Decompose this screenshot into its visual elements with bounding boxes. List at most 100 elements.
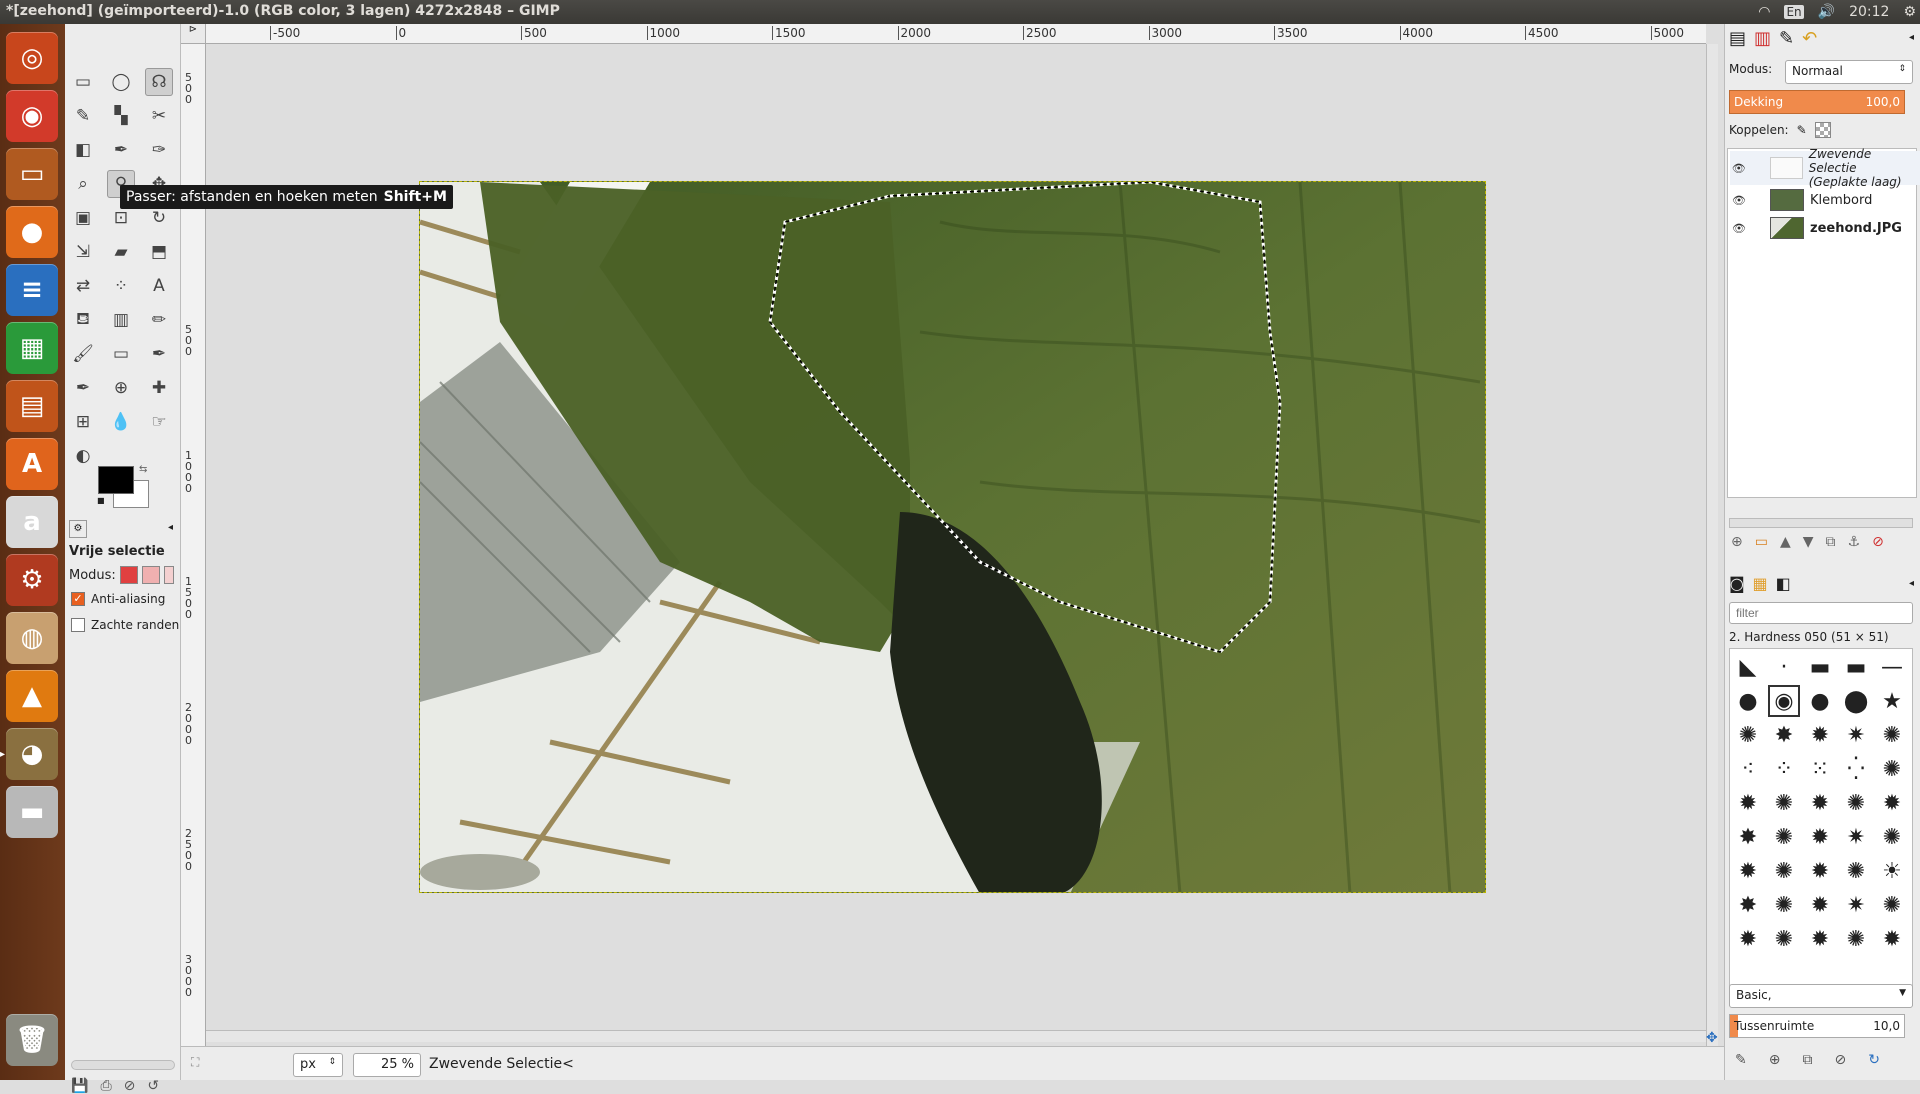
software-center-icon[interactable]: A bbox=[6, 438, 58, 490]
vlc-icon[interactable]: ▲ bbox=[6, 670, 58, 722]
lock-alpha-icon[interactable] bbox=[1814, 122, 1831, 138]
drive-icon[interactable]: ▬ bbox=[6, 786, 58, 838]
keyboard-layout[interactable]: En bbox=[1784, 5, 1804, 19]
mode-add-icon[interactable] bbox=[141, 566, 160, 584]
image-canvas[interactable] bbox=[419, 181, 1486, 893]
brush-item[interactable]: ✷ bbox=[1840, 719, 1872, 751]
writer-icon[interactable]: ≡ bbox=[6, 264, 58, 316]
brush-item[interactable]: ✹ bbox=[1804, 821, 1836, 853]
tool-options-icon[interactable]: ⚙ bbox=[69, 520, 87, 538]
undo-tab-icon[interactable]: ↶ bbox=[1802, 28, 1817, 49]
dock-menu-icon[interactable]: ◂ bbox=[1909, 32, 1914, 43]
ellipse-select-icon[interactable]: ◯ bbox=[107, 68, 135, 96]
eraser-icon[interactable]: ▭ bbox=[107, 340, 135, 368]
brush-item[interactable]: ⁙ bbox=[1804, 753, 1836, 785]
brush-item[interactable]: ✷ bbox=[1840, 821, 1872, 853]
brush-item[interactable]: ✺ bbox=[1876, 821, 1908, 853]
vertical-scrollbar[interactable] bbox=[1706, 44, 1718, 1054]
tab-menu-icon[interactable]: ◂ bbox=[168, 522, 173, 533]
brush-item[interactable]: ✺ bbox=[1768, 923, 1800, 955]
brushes-menu-icon[interactable]: ◂ bbox=[1909, 578, 1914, 589]
delete-brush-icon[interactable]: ⊘ bbox=[1834, 1052, 1846, 1068]
delete-options-icon[interactable]: ⊘ bbox=[124, 1078, 136, 1094]
mode-subtract-icon[interactable] bbox=[163, 566, 174, 584]
layer-row[interactable]: 👁 Zwevende Selectie (Geplakte laag) bbox=[1730, 147, 1920, 189]
brush-item[interactable]: ✺ bbox=[1768, 821, 1800, 853]
scissors-icon[interactable]: ✂ bbox=[145, 102, 173, 130]
fuzzy-select-icon[interactable]: ✎ bbox=[69, 102, 97, 130]
gimp-icon[interactable]: ◕ bbox=[0, 728, 58, 780]
brush-item[interactable]: ⁛ bbox=[1840, 753, 1872, 785]
text-icon[interactable]: A bbox=[145, 272, 173, 300]
antialias-option[interactable]: ✓ Anti-aliasing bbox=[71, 592, 165, 606]
blend-icon[interactable]: ▥ bbox=[107, 306, 135, 334]
airbrush-icon[interactable]: ✒ bbox=[145, 340, 173, 368]
brush-item[interactable]: ✺ bbox=[1768, 787, 1800, 819]
ubuntu-dash-icon[interactable]: ◎ bbox=[6, 32, 58, 84]
bucket-fill-icon[interactable]: ⛾ bbox=[69, 306, 97, 334]
scale-icon[interactable]: ⇲ bbox=[69, 238, 97, 266]
edit-brush-icon[interactable]: ✎ bbox=[1735, 1052, 1747, 1068]
duplicate-layer-icon[interactable]: ⧉ bbox=[1826, 534, 1836, 550]
color-picker-icon[interactable]: ✑ bbox=[145, 136, 173, 164]
quick-mask-corner[interactable]: ⊳ bbox=[181, 24, 206, 44]
toolbox-scrollbar[interactable] bbox=[71, 1060, 175, 1070]
clone-icon[interactable]: ⊕ bbox=[107, 374, 135, 402]
layer-row[interactable]: 👁 Klembord bbox=[1730, 187, 1920, 213]
gear-icon[interactable]: ⚙ bbox=[1903, 4, 1916, 20]
lock-pixels-icon[interactable]: ✎ bbox=[1797, 123, 1807, 137]
brush-item[interactable]: ★ bbox=[1876, 685, 1908, 717]
brush-item[interactable]: ✹ bbox=[1804, 889, 1836, 921]
wifi-icon[interactable]: ◠ bbox=[1758, 4, 1770, 20]
paths-tab-icon[interactable]: ✎ bbox=[1779, 28, 1794, 49]
brush-item[interactable]: ◣ bbox=[1732, 651, 1764, 683]
brush-item[interactable]: ✹ bbox=[1804, 923, 1836, 955]
heal-icon[interactable]: ✚ bbox=[145, 374, 173, 402]
brush-item[interactable]: ✺ bbox=[1876, 889, 1908, 921]
new-group-icon[interactable]: ▭ bbox=[1755, 534, 1768, 550]
brush-item[interactable]: ▬ bbox=[1804, 651, 1836, 683]
navigate-icon[interactable]: ✥ bbox=[1706, 1030, 1718, 1046]
brush-item[interactable]: ✺ bbox=[1840, 787, 1872, 819]
refresh-brushes-icon[interactable]: ↻ bbox=[1868, 1052, 1880, 1068]
brush-item[interactable]: ✹ bbox=[1804, 855, 1836, 887]
brush-item[interactable]: — bbox=[1876, 651, 1908, 683]
impress-icon[interactable]: ▤ bbox=[6, 380, 58, 432]
paintbrush-icon[interactable]: 🖌 bbox=[69, 340, 97, 368]
perspective-clone-icon[interactable]: ⊞ bbox=[69, 408, 97, 436]
channels-tab-icon[interactable]: ▥ bbox=[1754, 28, 1771, 49]
brush-item[interactable]: ▬ bbox=[1840, 651, 1872, 683]
brush-item[interactable]: ✺ bbox=[1840, 923, 1872, 955]
brush-item[interactable]: ✸ bbox=[1732, 889, 1764, 921]
files-icon[interactable]: ▭ bbox=[6, 148, 58, 200]
layers-scrollbar[interactable] bbox=[1729, 518, 1913, 528]
eye-icon[interactable]: 👁 bbox=[1730, 162, 1748, 175]
reset-options-icon[interactable]: ↺ bbox=[147, 1078, 159, 1094]
brush-item[interactable]: ✹ bbox=[1804, 787, 1836, 819]
brush-item[interactable]: ✹ bbox=[1732, 923, 1764, 955]
brush-item[interactable]: ● bbox=[1732, 685, 1764, 717]
amazon-icon[interactable]: a bbox=[6, 496, 58, 548]
clock[interactable]: 20:12 bbox=[1849, 4, 1889, 20]
swap-colors-icon[interactable]: ⇆ bbox=[139, 464, 147, 475]
canvas-area[interactable]: ⊳ -500 0 500 1000 1500 2000 2500 3000 3500 4000 45… bbox=[181, 24, 1724, 1080]
brush-item[interactable]: ✺ bbox=[1732, 719, 1764, 751]
brush-item[interactable]: ✹ bbox=[1732, 855, 1764, 887]
brush-item[interactable]: ✹ bbox=[1876, 923, 1908, 955]
foreground-color[interactable] bbox=[98, 466, 134, 494]
perspective-icon[interactable]: ⬒ bbox=[145, 238, 173, 266]
feather-checkbox[interactable] bbox=[71, 618, 85, 632]
align-icon[interactable]: ▣ bbox=[69, 204, 97, 232]
eye-icon[interactable]: 👁 bbox=[1730, 222, 1748, 235]
ink-icon[interactable]: ✒ bbox=[69, 374, 97, 402]
free-select-icon[interactable]: ☊ bbox=[145, 68, 173, 96]
layer-row[interactable]: 👁 zeehond.JPG bbox=[1730, 215, 1920, 241]
brushes-tab-icon[interactable]: ◙ bbox=[1729, 574, 1745, 593]
duplicate-brush-icon[interactable]: ⧉ bbox=[1802, 1052, 1812, 1068]
layers-tab-icon[interactable]: ▤ bbox=[1729, 28, 1746, 49]
brush-item[interactable]: ● bbox=[1804, 685, 1836, 717]
settings-icon[interactable]: ⚙ bbox=[6, 554, 58, 606]
zoom-select[interactable]: 25 % bbox=[353, 1053, 421, 1077]
gradients-tab-icon[interactable]: ◧ bbox=[1776, 574, 1791, 593]
volume-icon[interactable]: 🔊 bbox=[1818, 4, 1835, 20]
